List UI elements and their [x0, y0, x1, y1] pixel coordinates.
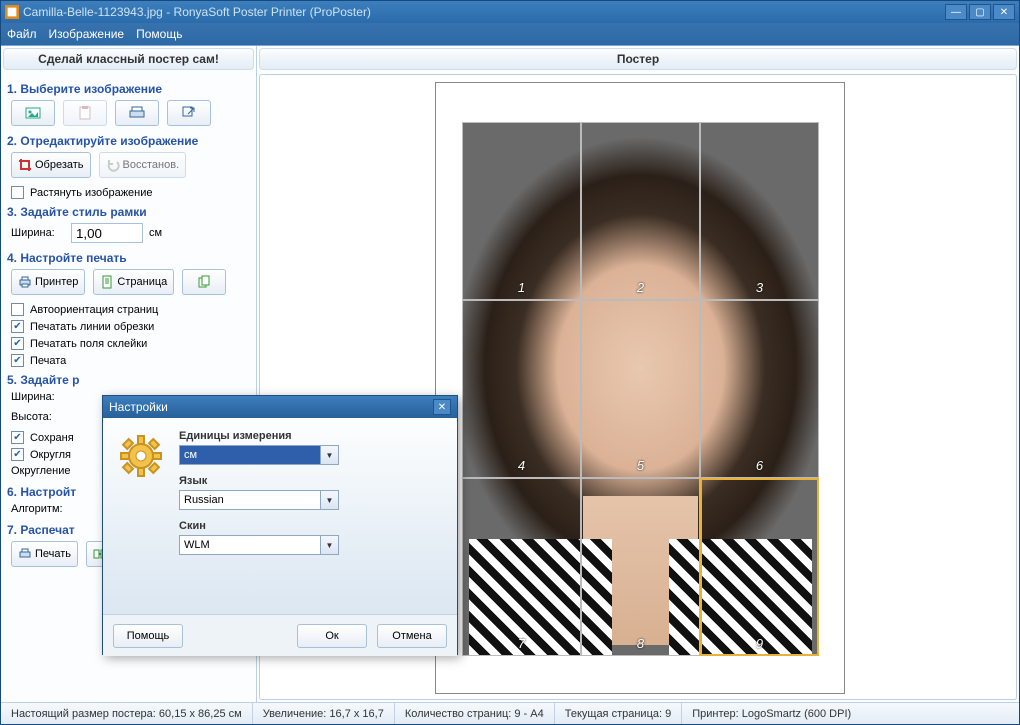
- status-current: Текущая страница: 9: [555, 703, 682, 724]
- clipboard-icon: [77, 105, 93, 121]
- glue-label: Печатать поля склейки: [30, 338, 147, 350]
- chevron-down-icon: ▼: [320, 536, 338, 554]
- stretch-checkbox[interactable]: [11, 186, 24, 199]
- dialog-ok-button[interactable]: Ок: [297, 624, 367, 648]
- numbers-checkbox[interactable]: ✔: [11, 354, 24, 367]
- skin-combo[interactable]: WLM▼: [179, 535, 339, 555]
- save-label: Сохраня: [30, 432, 74, 444]
- border-width-label: Ширина:: [11, 227, 65, 239]
- print-button[interactable]: Печать: [11, 541, 78, 567]
- step5-title: 5. Задайте р: [7, 373, 250, 387]
- grid-cell-8[interactable]: 8: [581, 478, 700, 656]
- status-zoom: Увеличение: 16,7 x 16,7: [253, 703, 395, 724]
- crop-icon: [18, 158, 32, 172]
- external-icon: [181, 105, 197, 121]
- settings-dialog: Настройки ✕ Единицы измерения см▼ Язык R…: [102, 395, 458, 655]
- autoorient-label: Автоориентация страниц: [30, 304, 158, 316]
- menu-file[interactable]: Файл: [7, 27, 37, 41]
- grid-cell-5[interactable]: 5: [581, 300, 700, 478]
- pages-icon: [197, 275, 211, 289]
- grid-cell-1[interactable]: 1: [462, 122, 581, 300]
- browse-button[interactable]: [167, 100, 211, 126]
- units-label: Единицы измерения: [179, 430, 443, 442]
- cutlines-checkbox[interactable]: ✔: [11, 320, 24, 333]
- menu-image[interactable]: Изображение: [49, 27, 125, 41]
- left-header: Сделай классный постер сам!: [3, 48, 254, 70]
- maximize-button[interactable]: ▢: [969, 4, 991, 20]
- step1-title: 1. Выберите изображение: [7, 82, 250, 96]
- printer-icon: [18, 547, 32, 561]
- border-width-input[interactable]: [71, 223, 143, 243]
- save-checkbox[interactable]: ✔: [11, 431, 24, 444]
- paste-button[interactable]: [63, 100, 107, 126]
- titlebar: Camilla-Belle-1123943.jpg - RonyaSoft Po…: [1, 1, 1019, 23]
- step2-title: 2. Отредактируйте изображение: [7, 134, 250, 148]
- page-extra-button[interactable]: [182, 269, 226, 295]
- grid-cell-3[interactable]: 3: [700, 122, 819, 300]
- poster-paper: 1 2 3 4 5 6 7 8 9: [435, 82, 845, 694]
- dialog-titlebar[interactable]: Настройки ✕: [103, 396, 457, 418]
- skin-label: Скин: [179, 520, 443, 532]
- gear-icon: [117, 432, 165, 480]
- status-pages: Количество страниц: 9 - A4: [395, 703, 555, 724]
- grid-cell-2[interactable]: 2: [581, 122, 700, 300]
- grid-cell-6[interactable]: 6: [700, 300, 819, 478]
- poster-grid: 1 2 3 4 5 6 7 8 9: [462, 122, 819, 656]
- crop-button[interactable]: Обрезать: [11, 152, 91, 178]
- grid-cell-9[interactable]: 9: [700, 478, 819, 656]
- cutlines-label: Печатать линии обрезки: [30, 321, 154, 333]
- close-button[interactable]: ✕: [993, 4, 1015, 20]
- menu-help[interactable]: Помощь: [136, 27, 182, 41]
- stretch-label: Растянуть изображение: [30, 187, 153, 199]
- height-label: Высота:: [11, 411, 65, 423]
- glue-checkbox[interactable]: ✔: [11, 337, 24, 350]
- numbers-label: Печата: [30, 355, 66, 367]
- autoorient-checkbox[interactable]: [11, 303, 24, 316]
- page-button[interactable]: Страница: [93, 269, 174, 295]
- dialog-title: Настройки: [109, 400, 433, 414]
- scanner-icon: [129, 105, 145, 121]
- dialog-cancel-button[interactable]: Отмена: [377, 624, 447, 648]
- restore-button[interactable]: Восстанов.: [99, 152, 187, 178]
- rounding-label: Округление: [11, 465, 71, 477]
- lang-combo[interactable]: Russian▼: [179, 490, 339, 510]
- dialog-close-button[interactable]: ✕: [433, 399, 451, 415]
- minimize-button[interactable]: —: [945, 4, 967, 20]
- border-width-unit: см: [149, 227, 162, 239]
- printer-button[interactable]: Принтер: [11, 269, 85, 295]
- chevron-down-icon: ▼: [320, 491, 338, 509]
- dialog-help-button[interactable]: Помощь: [113, 624, 183, 648]
- app-icon: [5, 5, 19, 19]
- algorithm-label: Алгоритм:: [11, 503, 63, 515]
- grid-cell-7[interactable]: 7: [462, 478, 581, 656]
- statusbar: Настоящий размер постера: 60,15 x 86,25 …: [1, 702, 1019, 724]
- menubar: Файл Изображение Помощь: [1, 23, 1019, 45]
- image-icon: [25, 105, 41, 121]
- window-title: Camilla-Belle-1123943.jpg - RonyaSoft Po…: [23, 5, 945, 19]
- lang-label: Язык: [179, 475, 443, 487]
- chevron-down-icon: ▼: [320, 446, 338, 464]
- round-label: Округля: [30, 449, 71, 461]
- scan-button[interactable]: [115, 100, 159, 126]
- step4-title: 4. Настройте печать: [7, 251, 250, 265]
- width-label: Ширина:: [11, 391, 65, 403]
- units-combo[interactable]: см▼: [179, 445, 339, 465]
- grid-cell-4[interactable]: 4: [462, 300, 581, 478]
- status-printer: Принтер: LogoSmartz (600 DPI): [682, 703, 1019, 724]
- status-real-size: Настоящий размер постера: 60,15 x 86,25 …: [1, 703, 253, 724]
- page-icon: [100, 275, 114, 289]
- printer-icon: [18, 275, 32, 289]
- open-image-button[interactable]: [11, 100, 55, 126]
- undo-icon: [106, 158, 120, 172]
- round-checkbox[interactable]: ✔: [11, 448, 24, 461]
- step3-title: 3. Задайте стиль рамки: [7, 205, 250, 219]
- right-header: Постер: [259, 48, 1017, 70]
